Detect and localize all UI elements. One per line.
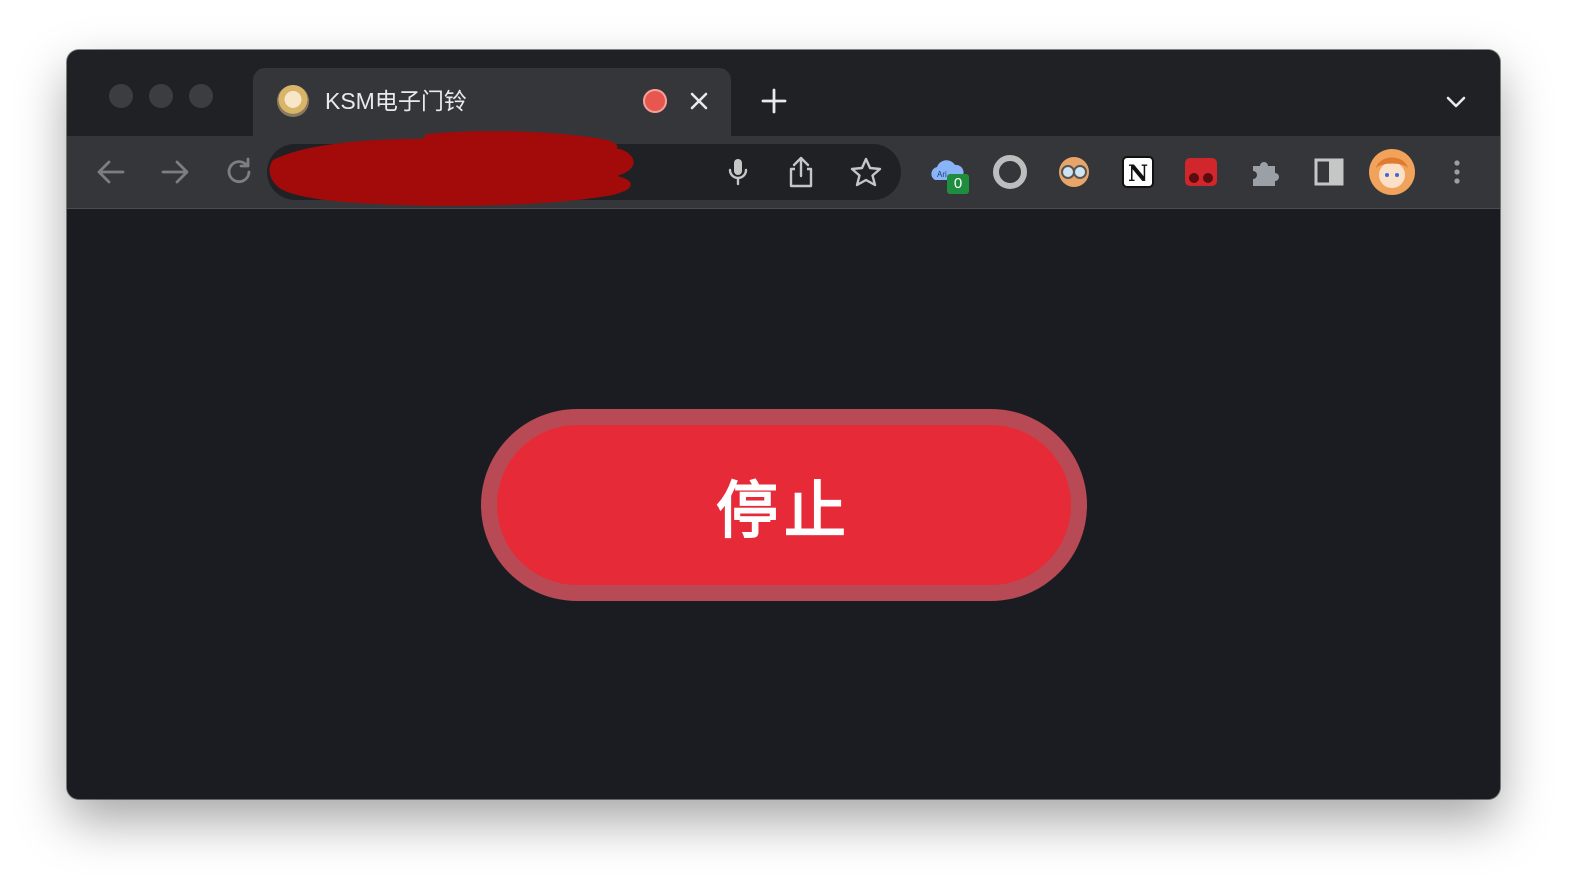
tab-search-chevron-icon[interactable] [1442,90,1470,114]
bookmark-star-icon[interactable] [849,156,883,188]
svg-text:N: N [1128,161,1148,187]
redaction-scribble [269,131,634,206]
cloud-extension-icon[interactable]: Ari 0 [927,152,969,194]
new-tab-icon[interactable] [759,86,789,116]
share-icon[interactable] [785,154,817,190]
browser-toolbar: Ari 0 N [67,131,1500,209]
side-panel-icon[interactable] [1309,152,1349,192]
reload-icon[interactable] [221,154,257,190]
window-zoom-dot[interactable] [189,84,213,108]
recording-indicator-icon [643,89,667,113]
tab-strip: KSM电子门铃 [67,50,1500,136]
address-bar[interactable] [267,131,901,206]
active-tab[interactable]: KSM电子门铃 [253,68,731,136]
forward-arrow-icon[interactable] [157,154,193,190]
window-close-dot[interactable] [109,84,133,108]
page-content: 停止 [67,209,1500,799]
stop-button-face: 停止 [497,425,1071,585]
tab-favicon-icon [277,85,309,117]
extensions-puzzle-icon[interactable] [1245,152,1285,192]
red-extension-icon[interactable] [1181,152,1221,192]
stop-button[interactable]: 停止 [481,409,1087,601]
back-arrow-icon[interactable] [93,154,129,190]
profile-avatar[interactable] [1368,148,1416,196]
goggles-extension-icon[interactable] [1054,152,1094,192]
window-minimize-dot[interactable] [149,84,173,108]
tab-close-icon[interactable] [685,87,713,115]
browser-window: KSM电子门铃 Ari 0 N 停止 [67,50,1500,799]
svg-text:Ari: Ari [937,170,947,179]
microphone-icon[interactable] [723,156,753,188]
more-menu-icon[interactable] [1437,152,1477,192]
tab-title: KSM电子门铃 [325,88,467,114]
stop-button-label: 停止 [715,474,852,547]
extension-badge: 0 [947,174,969,194]
notion-icon[interactable]: N [1118,152,1158,192]
circle-extension-icon[interactable] [990,152,1030,192]
